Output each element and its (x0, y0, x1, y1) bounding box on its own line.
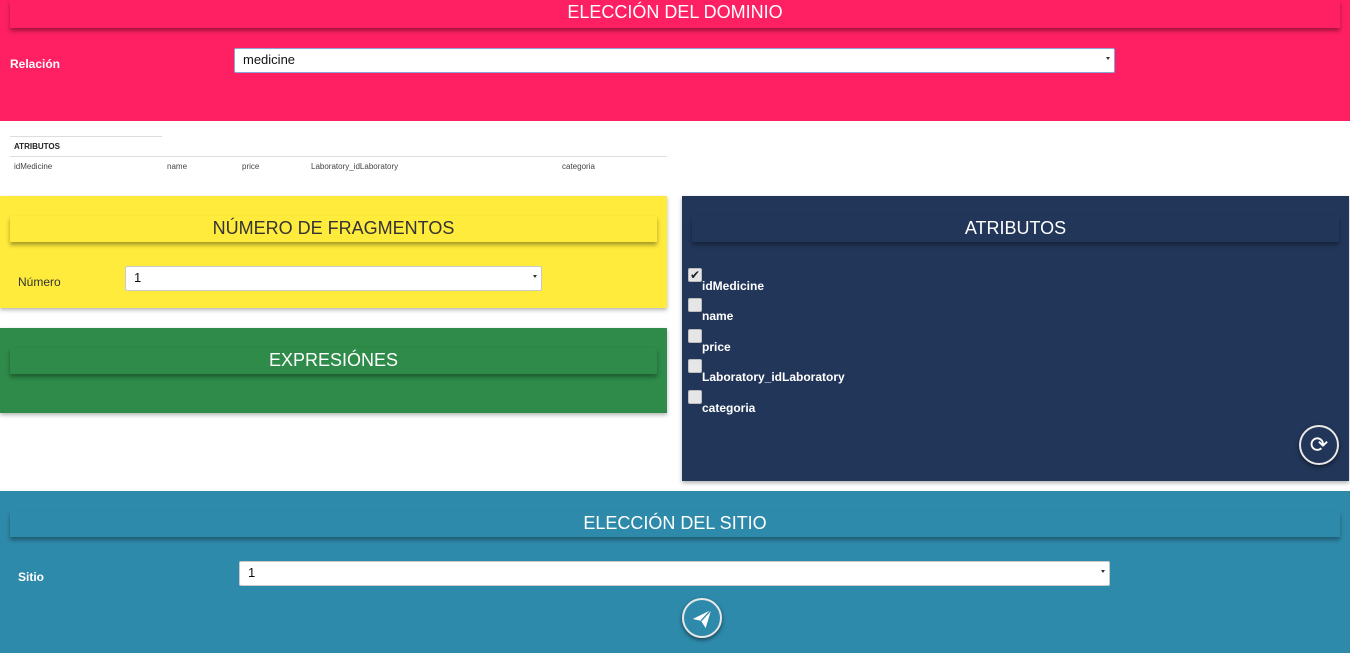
site-panel: ELECCIÓN DEL SITIO Sitio 1 (0, 491, 1350, 653)
refresh-icon: ⟳ (1309, 432, 1329, 457)
paper-plane-icon (692, 609, 712, 629)
site-title: ELECCIÓN DEL SITIO (10, 511, 1340, 537)
table-cell: idMedicine (14, 162, 53, 171)
checkbox[interactable] (688, 390, 702, 404)
dropdown-arrow-icon (533, 275, 537, 278)
table-cell: categoria (562, 162, 595, 171)
checkbox[interactable] (688, 359, 702, 373)
checkbox-checked[interactable]: ✔ (688, 268, 702, 282)
domain-title: ELECCIÓN DEL DOMINIO (10, 0, 1340, 28)
table-cell: Laboratory_idLaboratory (311, 162, 399, 171)
number-select[interactable]: 1 (125, 266, 542, 291)
site-select[interactable]: 1 (239, 561, 1110, 586)
attribute-option-label: categoria (702, 401, 756, 415)
expressions-title: EXPRESIÓNES (10, 348, 657, 374)
table-cell: price (242, 162, 260, 171)
relation-select[interactable]: medicine (234, 48, 1115, 73)
checkbox[interactable] (688, 329, 702, 343)
fragments-title: NÚMERO DE FRAGMENTOS (10, 216, 657, 242)
send-button[interactable] (682, 598, 722, 638)
fragments-panel: NÚMERO DE FRAGMENTOS Número 1 (0, 196, 667, 308)
attribute-option-label: Laboratory_idLaboratory (702, 370, 845, 384)
attributes-title: ATRIBUTOS (692, 216, 1339, 242)
attribute-option-label: price (702, 340, 731, 354)
relation-select-value: medicine (243, 52, 296, 67)
site-label: Sitio (18, 570, 44, 584)
relation-label: Relación (10, 57, 61, 71)
attributes-panel: ATRIBUTOS ✔ idMedicine name price Labora… (682, 196, 1349, 481)
dropdown-arrow-icon (1106, 57, 1110, 60)
table-divider (10, 136, 162, 137)
table-cell: name (167, 162, 188, 171)
refresh-button[interactable]: ⟳ (1299, 425, 1339, 465)
number-label: Número (18, 275, 61, 289)
dropdown-arrow-icon (1101, 570, 1105, 573)
checkbox[interactable] (688, 298, 702, 312)
attribute-option-label: name (702, 309, 734, 323)
expressions-panel: EXPRESIÓNES (0, 328, 667, 413)
site-select-value: 1 (248, 565, 256, 580)
attribute-option-label: idMedicine (702, 279, 765, 293)
table-divider (10, 156, 667, 157)
number-select-value: 1 (134, 270, 142, 285)
attributes-table-title: ATRIBUTOS (14, 142, 60, 151)
domain-panel: ELECCIÓN DEL DOMINIO Relación medicine (0, 0, 1350, 121)
